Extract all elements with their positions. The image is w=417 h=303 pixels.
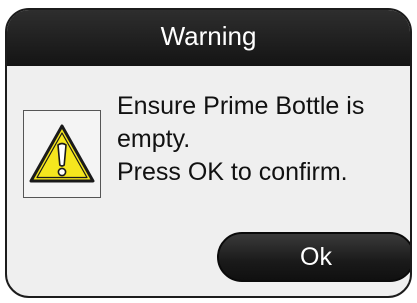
warning-dialog: Warning Ensure Prime Bottle is empty. Pr…: [5, 8, 412, 298]
dialog-title: Warning: [7, 10, 410, 66]
warning-triangle-icon: [29, 124, 95, 183]
dialog-message: Ensure Prime Bottle is empty. Press OK t…: [117, 90, 407, 189]
message-line: Ensure Prime Bottle is: [117, 92, 365, 120]
message-line: Press OK to confirm.: [117, 158, 348, 186]
warning-icon-box: [23, 110, 101, 198]
ok-button[interactable]: Ok: [217, 232, 410, 282]
message-line: empty.: [117, 125, 191, 153]
